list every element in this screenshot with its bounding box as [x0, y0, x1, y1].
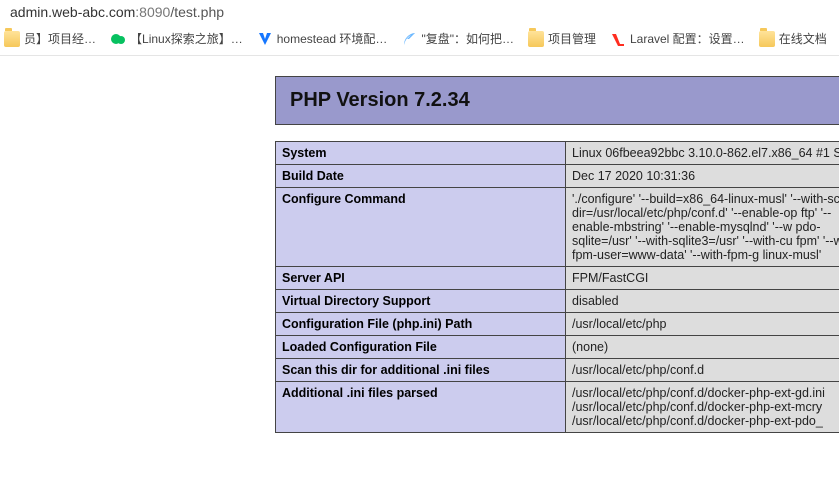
bookmark-item-projects[interactable]: 员】项目经… — [0, 28, 100, 49]
bookmarks-bar: 员】项目经… 【Linux探索之旅】… homestead 环境配… "复盘"：… — [0, 24, 839, 56]
cell-key: Additional .ini files parsed — [276, 382, 566, 433]
phpinfo-header: PHP Version 7.2.34 — [275, 76, 839, 125]
bookmark-label: Laravel 配置：设置… — [630, 30, 745, 47]
folder-icon — [528, 31, 544, 47]
bookmark-item-linux[interactable]: 【Linux探索之旅】… — [106, 28, 247, 49]
laravel-icon — [610, 31, 626, 47]
bookmark-item-docs[interactable]: 在线文档 — [755, 28, 831, 49]
cell-key: Build Date — [276, 165, 566, 188]
phpinfo-page: PHP Version 7.2.34 SystemLinux 06fbeea92… — [0, 56, 839, 433]
bookmark-item-homestead[interactable]: homestead 环境配… — [253, 28, 392, 49]
wechat-icon — [110, 31, 126, 47]
cell-key: Scan this dir for additional .ini files — [276, 359, 566, 382]
cell-value: /usr/local/etc/php/conf.d/docker-php-ext… — [566, 382, 839, 433]
cell-key: Virtual Directory Support — [276, 290, 566, 313]
cell-value: FPM/FastCGI — [566, 267, 839, 290]
bookmark-label: 项目管理 — [548, 30, 596, 47]
cell-key: Loaded Configuration File — [276, 336, 566, 359]
bookmark-label: 在线文档 — [779, 30, 827, 47]
url-port: :8090 — [135, 4, 170, 20]
vagrant-icon — [257, 31, 273, 47]
table-row: Configure Command'./configure' '--build=… — [276, 188, 839, 267]
table-row: Loaded Configuration File(none) — [276, 336, 839, 359]
bookmark-label: "复盘"：如何把… — [421, 30, 514, 47]
address-bar[interactable]: admin.web-abc.com:8090/test.php — [0, 0, 839, 24]
bookmark-item-fupan[interactable]: "复盘"：如何把… — [397, 28, 518, 49]
bookmark-label: 员】项目经… — [24, 30, 96, 47]
table-row: Virtual Directory Supportdisabled — [276, 290, 839, 313]
table-row: Scan this dir for additional .ini files/… — [276, 359, 839, 382]
cell-value: disabled — [566, 290, 839, 313]
php-version-title: PHP Version 7.2.34 — [290, 89, 839, 112]
cell-value: Dec 17 2020 10:31:36 — [566, 165, 839, 188]
folder-icon — [4, 31, 20, 47]
cell-key: Configure Command — [276, 188, 566, 267]
table-row: Configuration File (php.ini) Path/usr/lo… — [276, 313, 839, 336]
table-row: Server APIFPM/FastCGI — [276, 267, 839, 290]
bookmark-label: 【Linux探索之旅】… — [130, 30, 243, 47]
cell-value: /usr/local/etc/php/conf.d — [566, 359, 839, 382]
feather-icon — [401, 31, 417, 47]
cell-value: Linux 06fbeea92bbc 3.10.0-862.el7.x86_64… — [566, 142, 839, 165]
cell-value: /usr/local/etc/php — [566, 313, 839, 336]
url-host: admin.web-abc.com — [10, 4, 135, 20]
cell-key: Configuration File (php.ini) Path — [276, 313, 566, 336]
cell-value: './configure' '--build=x86_64-linux-musl… — [566, 188, 839, 267]
cell-key: System — [276, 142, 566, 165]
folder-icon — [759, 31, 775, 47]
phpinfo-table: SystemLinux 06fbeea92bbc 3.10.0-862.el7.… — [275, 141, 839, 433]
bookmark-item-pm[interactable]: 项目管理 — [524, 28, 600, 49]
bookmark-label: homestead 环境配… — [277, 30, 388, 47]
table-row: Additional .ini files parsed/usr/local/e… — [276, 382, 839, 433]
table-row: Build DateDec 17 2020 10:31:36 — [276, 165, 839, 188]
url-path: /test.php — [170, 4, 224, 20]
table-row: SystemLinux 06fbeea92bbc 3.10.0-862.el7.… — [276, 142, 839, 165]
cell-key: Server API — [276, 267, 566, 290]
bookmark-item-laravel[interactable]: Laravel 配置：设置… — [606, 28, 749, 49]
cell-value: (none) — [566, 336, 839, 359]
